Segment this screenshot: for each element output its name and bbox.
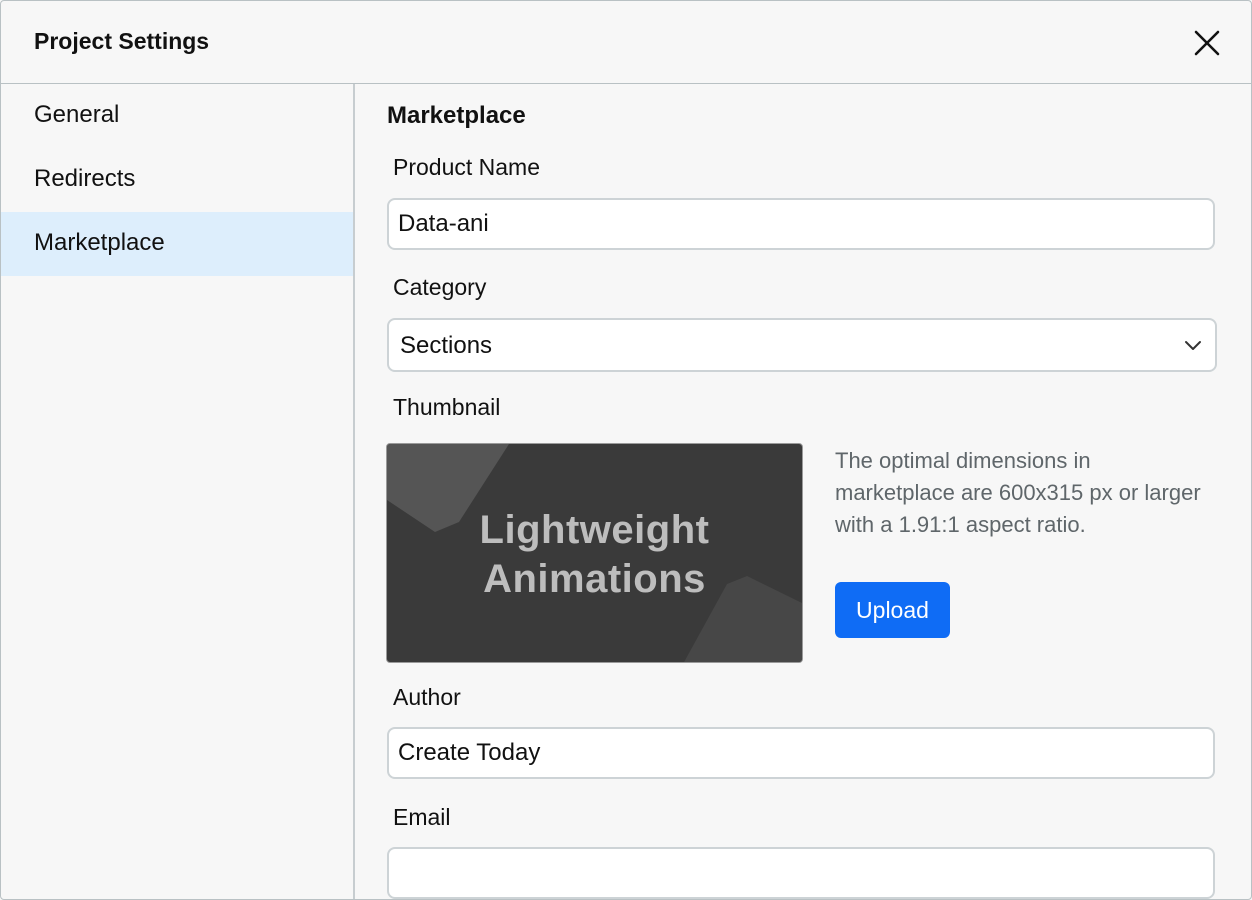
sidebar-item-label: Marketplace xyxy=(34,229,165,256)
dialog-header: Project Settings xyxy=(1,1,1251,84)
section-title: Marketplace xyxy=(387,102,526,129)
thumbnail-image: Lightweight Animations xyxy=(386,443,803,663)
author-input[interactable] xyxy=(387,727,1215,779)
author-label: Author xyxy=(393,684,461,710)
email-input[interactable] xyxy=(387,847,1215,899)
thumbnail-text-line2: Animations xyxy=(483,557,706,601)
product-name-label: Product Name xyxy=(393,154,541,180)
thumbnail-decoration xyxy=(387,444,802,662)
category-label: Category xyxy=(393,274,487,300)
project-settings-dialog: Project Settings General Redirects Marke… xyxy=(0,0,1252,900)
thumbnail-text-line1: Lightweight xyxy=(479,508,710,552)
close-button[interactable] xyxy=(1189,25,1225,61)
sidebar-item-general[interactable]: General xyxy=(1,84,353,148)
sidebar-item-marketplace[interactable]: Marketplace xyxy=(1,212,353,276)
marketplace-panel: Marketplace Product Name Category Sectio… xyxy=(355,84,1251,899)
product-name-input[interactable] xyxy=(387,198,1215,250)
upload-button[interactable]: Upload xyxy=(835,582,950,638)
close-icon xyxy=(1194,30,1220,56)
chevron-down-icon xyxy=(1185,341,1201,350)
sidebar-item-redirects[interactable]: Redirects xyxy=(1,148,353,212)
thumbnail-hint: The optimal dimensions in marketplace ar… xyxy=(835,448,1201,537)
dialog-title: Project Settings xyxy=(34,28,210,54)
sidebar-item-label: General xyxy=(34,101,120,128)
email-label: Email xyxy=(393,804,451,830)
thumbnail-label: Thumbnail xyxy=(393,394,501,420)
settings-sidebar: General Redirects Marketplace xyxy=(1,84,355,899)
sidebar-item-label: Redirects xyxy=(34,165,136,192)
category-select[interactable]: Sections xyxy=(387,318,1217,372)
category-selected-value: Sections xyxy=(400,332,493,359)
